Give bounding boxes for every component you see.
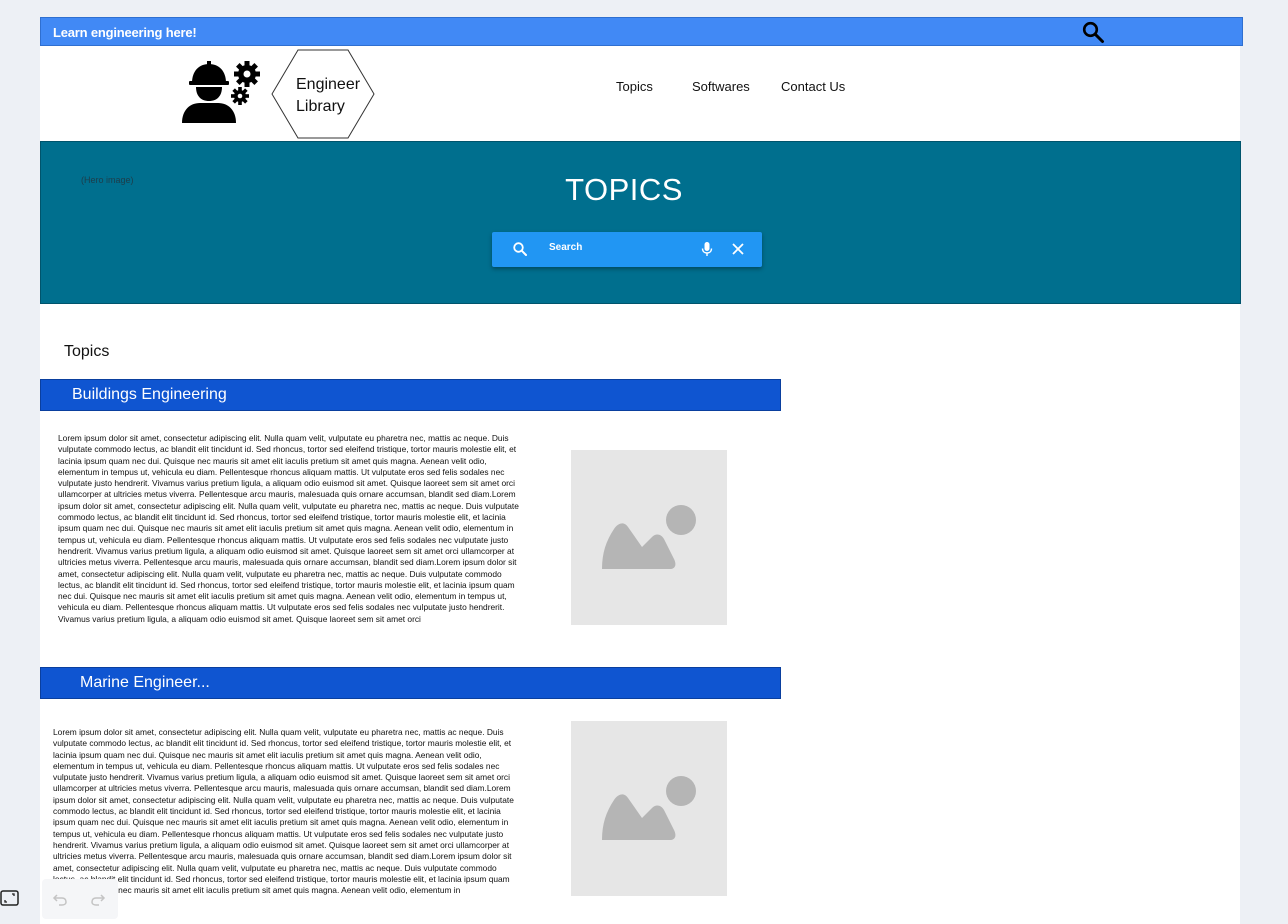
engineer-gears-icon [182,61,260,123]
nav-softwares[interactable]: Softwares [692,79,750,94]
search-input[interactable]: Search [549,242,582,253]
expand-icon[interactable] [0,888,20,908]
close-icon[interactable] [731,242,745,256]
hero-banner: (Hero image) TOPICS Search [40,141,1241,304]
logo-line-1: Engineer [296,76,361,93]
category-bar-marine[interactable]: Marine Engineer... [40,667,781,699]
search-icon[interactable] [1081,20,1105,44]
page: Learn engineering here! Engineer Library… [40,17,1243,924]
nav-topics[interactable]: Topics [616,79,653,94]
category-image [571,450,727,625]
hero-title: TOPICS [565,172,683,207]
logo-line-2: Library [296,98,345,115]
site-logo-text: Engineer Library [296,74,360,118]
category-description: Lorem ipsum dolor sit amet, consectetur … [58,433,519,624]
redo-icon[interactable] [90,891,106,907]
category-description: Lorem ipsum dolor sit amet, consectetur … [53,727,514,896]
image-placeholder-icon [602,505,696,569]
category-label: Buildings Engineering [72,386,227,403]
site-header: Engineer Library Topics Softwares Contac… [40,46,1240,141]
mic-icon[interactable] [700,241,714,258]
nav-contact-us[interactable]: Contact Us [781,79,845,94]
category-bar-buildings[interactable]: Buildings Engineering [40,379,781,411]
topics-heading: Topics [64,343,110,360]
top-bar-text: Learn engineering here! [53,25,197,40]
image-placeholder-icon [602,776,696,840]
search-bar[interactable]: Search [492,232,762,267]
search-icon [513,242,527,256]
undo-icon[interactable] [52,891,68,907]
category-image [571,721,727,896]
category-label: Marine Engineer... [80,674,210,691]
top-bar: Learn engineering here! [40,17,1243,46]
undo-redo-panel [42,879,118,919]
